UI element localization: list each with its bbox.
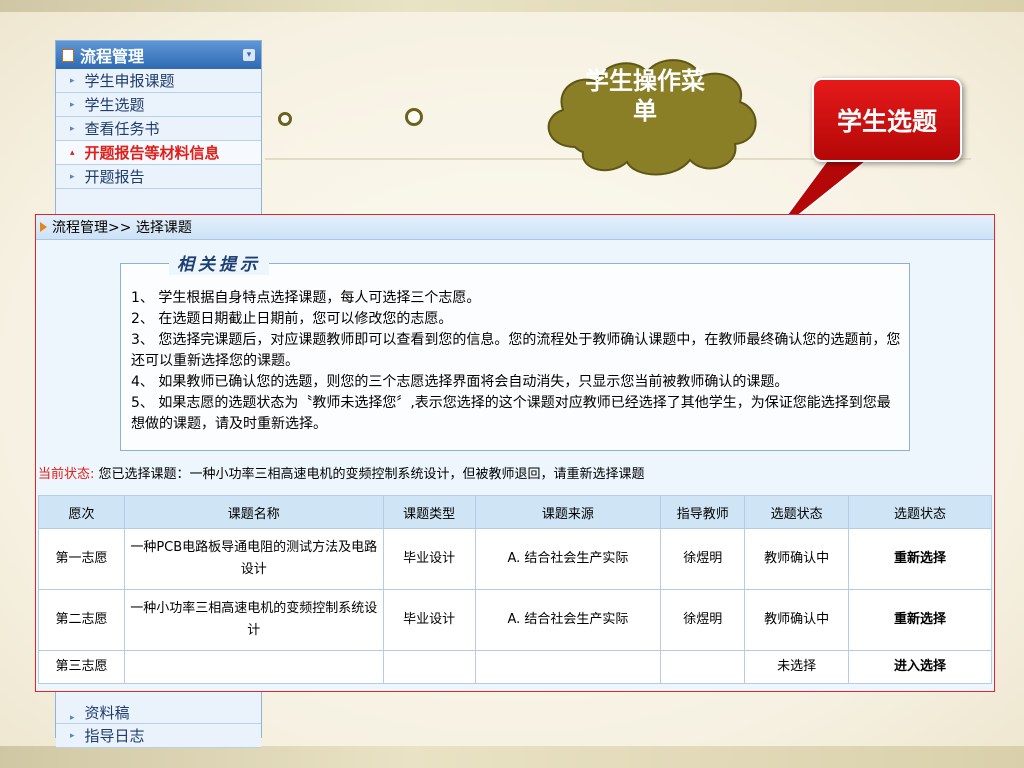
cell-state: 教师确认中 (744, 589, 850, 651)
table-header-row: 愿次 课题名称 课题类型 课题来源 指导教师 选题状态 选题状态 (38, 495, 992, 529)
column-header: 课题类型 (382, 495, 476, 529)
cell-source (474, 650, 662, 684)
column-header: 课题名称 (123, 495, 384, 529)
column-header: 指导教师 (660, 495, 746, 529)
cell-rank: 第三志愿 (38, 650, 125, 684)
cell-teacher: 徐煜明 (660, 589, 746, 651)
red-callout: 学生选题 (812, 78, 962, 162)
column-header: 课题来源 (474, 495, 662, 529)
cell-type (382, 650, 476, 684)
tips-list: 1、 学生根据自身特点选择课题，每人可选择三个志愿。 2、 在选题日期截止日期前… (131, 288, 903, 435)
sidebar-header[interactable]: 流程管理 ▾ (56, 41, 261, 69)
sidebar-item-guide-log[interactable]: ▸ 指导日志 (56, 724, 261, 748)
arrow-right-icon: ▸ (70, 75, 75, 86)
table-row: 第三志愿 未选择 进入选择 (38, 650, 992, 684)
top-decor-bar (0, 0, 1024, 12)
sidebar-title: 流程管理 (80, 47, 145, 66)
cell-topic-name: 一种小功率三相高速电机的变频控制系统设计 (123, 589, 384, 651)
sidebar-bottom-items: ▸ 资料稿 ▸ 指导日志 (56, 705, 261, 748)
column-header: 愿次 (38, 495, 125, 529)
tip-item: 4、 如果教师已确认您的选题，则您的三个志愿选择界面将会自动消失，只显示您当前被… (131, 374, 789, 390)
bottom-decor-bar (0, 746, 1024, 768)
arrow-right-icon: ▸ (70, 713, 75, 723)
sidebar-item-label: 查看任务书 (84, 120, 160, 138)
tip-item: 2、 在选题日期截止日期前，您可以修改您的志愿。 (131, 311, 453, 327)
arrow-right-icon: ▸ (70, 171, 75, 182)
table-row: 第二志愿 一种小功率三相高速电机的变频控制系统设计 毕业设计 A. 结合社会生产… (38, 589, 992, 651)
cell-rank: 第二志愿 (38, 589, 125, 651)
sidebar-item-select-topic[interactable]: ▸ 学生选题 (56, 93, 261, 117)
sidebar-item-proposal[interactable]: ▸ 开题报告 (56, 165, 261, 189)
cell-topic-name (123, 650, 384, 684)
decor-dot (405, 108, 423, 126)
tips-box: 相关提示 1、 学生根据自身特点选择课题，每人可选择三个志愿。 2、 在选题日期… (120, 250, 910, 451)
sidebar-item-label: 学生选题 (84, 96, 145, 114)
cell-state: 教师确认中 (744, 528, 850, 590)
tip-item: 3、 您选择完课题后，对应课题教师即可以查看到您的信息。您的流程处于教师确认课题… (131, 332, 901, 369)
cell-state: 未选择 (744, 650, 850, 684)
breadcrumb: 流程管理>> 选择课题 (36, 215, 994, 240)
sidebar-item-task-book[interactable]: ▸ 查看任务书 (56, 117, 261, 141)
collapse-icon[interactable]: ▾ (243, 49, 255, 61)
breadcrumb-text: 流程管理>> 选择课题 (52, 220, 192, 236)
arrow-right-icon: ▸ (70, 99, 75, 110)
arrow-right-icon: ▸ (70, 730, 75, 741)
sidebar-item-apply-topic[interactable]: ▸ 学生申报课题 (56, 69, 261, 93)
tip-item: 5、 如果志愿的选题状态为〝教师未选择您〞,表示您选择的这个课题对应教师已经选择… (131, 395, 891, 432)
column-header: 选题状态 (744, 495, 850, 529)
topic-choices-table: 愿次 课题名称 课题类型 课题来源 指导教师 选题状态 选题状态 第一志愿 一种… (38, 495, 992, 684)
main-panel: 流程管理>> 选择课题 相关提示 1、 学生根据自身特点选择课题，每人可选择三个… (35, 214, 995, 692)
cell-teacher: 徐煜明 (660, 528, 746, 590)
cell-topic-name: 一种PCB电路板导通电阻的测试方法及电路设计 (123, 528, 384, 590)
arrow-right-icon: ▸ (70, 123, 75, 134)
current-status: 当前状态: 您已选择课题：一种小功率三相高速电机的变频控制系统设计，但被教师退回… (38, 463, 645, 482)
sidebar-item-proposal-materials[interactable]: ▴ 开题报告等材料信息 (56, 141, 261, 165)
reselect-link[interactable]: 重新选择 (848, 528, 992, 590)
sidebar-item-label: 学生申报课题 (84, 72, 175, 90)
cell-source: A. 结合社会生产实际 (474, 528, 662, 590)
sidebar-item-label: 指导日志 (84, 727, 145, 745)
sidebar-item-label: 开题报告 (84, 168, 145, 186)
cell-type: 毕业设计 (382, 528, 476, 590)
cell-type: 毕业设计 (382, 589, 476, 651)
arrow-up-icon: ▴ (70, 147, 75, 158)
reselect-link[interactable]: 重新选择 (848, 589, 992, 651)
document-icon (62, 48, 74, 62)
cell-teacher (660, 650, 746, 684)
column-header: 选题状态 (848, 495, 992, 529)
tips-title: 相关提示 (169, 250, 269, 275)
enter-select-link[interactable]: 进入选择 (848, 650, 992, 684)
tip-item: 1、 学生根据自身特点选择课题，每人可选择三个志愿。 (131, 290, 481, 306)
cell-rank: 第一志愿 (38, 528, 125, 590)
sidebar-item-label: 开题报告等材料信息 (84, 144, 220, 162)
cloud-callout-text: 学生操作菜单 (585, 67, 705, 125)
cell-source: A. 结合社会生产实际 (474, 589, 662, 651)
status-text: 您已选择课题：一种小功率三相高速电机的变频控制系统设计，但被教师退回，请重新选择… (98, 467, 645, 482)
table-row: 第一志愿 一种PCB电路板导通电阻的测试方法及电路设计 毕业设计 A. 结合社会… (38, 528, 992, 590)
status-label: 当前状态: (38, 467, 95, 482)
sidebar-item-label: 资料稿 (84, 705, 130, 722)
arrow-right-icon (40, 222, 47, 232)
decor-dot (278, 112, 292, 126)
sidebar-item-docs[interactable]: ▸ 资料稿 (56, 705, 261, 724)
